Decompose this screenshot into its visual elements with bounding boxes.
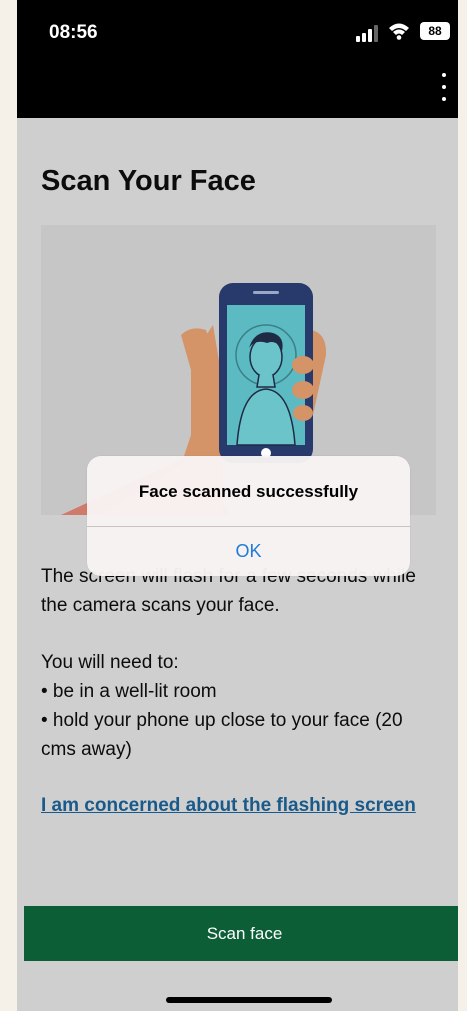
instructions-line-2: the camera scans your face.: [41, 595, 280, 616]
bullet-hold-close-1: • hold your phone up close to your face …: [41, 710, 403, 731]
signal-icon: [356, 25, 378, 42]
bullet-hold-close-2: cms away): [41, 739, 132, 760]
home-indicator[interactable]: [166, 997, 332, 1003]
flashing-screen-concern-link[interactable]: I am concerned about the flashing screen: [41, 795, 416, 817]
scan-face-button[interactable]: Scan face: [24, 906, 458, 961]
app-screen: 08:56 88 Scan Your Face The screen will …: [17, 0, 458, 1011]
alert-title: Face scanned successfully: [138, 482, 359, 501]
status-time: 08:56: [49, 22, 98, 43]
more-menu-icon[interactable]: [438, 73, 450, 101]
instructions: The screen will flash for a few seconds …: [41, 562, 441, 764]
need-intro: You will need to:: [41, 652, 179, 673]
wifi-icon: [389, 23, 409, 40]
bullet-well-lit: • be in a well-lit room: [41, 681, 217, 702]
success-alert-dialog: Face scanned successfully OK: [87, 456, 410, 576]
battery-indicator: 88: [420, 22, 450, 40]
alert-ok-button[interactable]: OK: [87, 527, 410, 576]
page-title: Scan Your Face: [41, 165, 256, 197]
status-bar: 08:56 88: [17, 0, 458, 118]
